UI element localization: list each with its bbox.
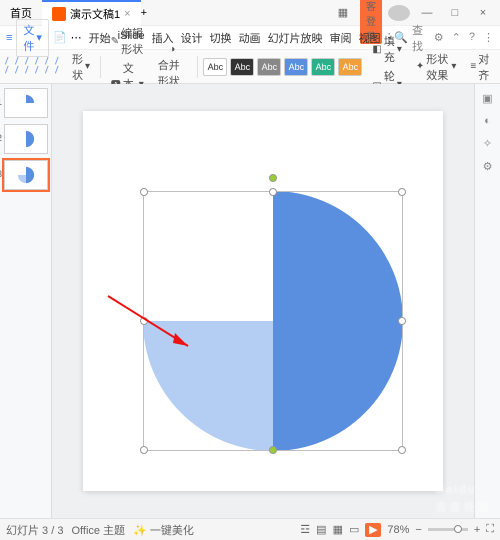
view-reading-icon[interactable]: ▭: [349, 523, 359, 536]
annotation-arrow: [103, 291, 203, 361]
resize-handle-ne[interactable]: [398, 188, 406, 196]
shape-effect-button[interactable]: ✦形状效果▾: [412, 50, 460, 84]
style-swatch-4[interactable]: Abc: [284, 58, 308, 76]
statusbar: 幻灯片 3 / 3 Office 主题 ✨ 一键美化 ☲ ▤ ▦ ▭ ▶ 78%…: [0, 518, 500, 540]
zoom-slider[interactable]: [428, 528, 468, 531]
pane-anim-icon[interactable]: ✧: [483, 137, 492, 150]
qat-more-icon[interactable]: ⋯: [71, 31, 82, 44]
workspace: 1 2 3: [0, 84, 500, 518]
style-swatch-6[interactable]: Abc: [338, 58, 362, 76]
notes-icon[interactable]: ☲: [300, 523, 310, 536]
resize-handle-n[interactable]: [269, 188, 277, 196]
zoom-in-button[interactable]: +: [474, 524, 480, 536]
style-swatch-5[interactable]: Abc: [311, 58, 335, 76]
slideshow-button[interactable]: ▶: [365, 523, 381, 537]
close-tab-icon[interactable]: ×: [124, 8, 130, 20]
app-menu-icon[interactable]: ≡: [6, 32, 12, 44]
tab-review[interactable]: 审阅: [327, 28, 355, 48]
rotate-handle[interactable]: [269, 174, 277, 182]
close-button[interactable]: ×: [472, 7, 494, 19]
minimize-button[interactable]: —: [416, 7, 438, 19]
thumbnail-1[interactable]: 1: [4, 88, 48, 118]
avatar[interactable]: [388, 5, 410, 21]
app-grid-icon[interactable]: ▦: [332, 6, 354, 19]
wps-logo-icon: [52, 7, 66, 21]
fit-button[interactable]: ⛶: [486, 523, 494, 536]
resize-handle-s[interactable]: [269, 446, 277, 454]
line-shapes-gallery[interactable]: [6, 58, 65, 75]
tab-slideshow[interactable]: 幻灯片放映: [265, 28, 326, 48]
more-icon[interactable]: ⋮: [483, 31, 494, 44]
thumbnail-3[interactable]: 3: [4, 160, 48, 190]
resize-handle-sw[interactable]: [140, 446, 148, 454]
pane-property-icon[interactable]: ⚙: [483, 160, 493, 173]
style-gallery[interactable]: Abc Abc Abc Abc Abc Abc: [203, 58, 362, 76]
maximize-button[interactable]: □: [444, 7, 466, 19]
chevron-down-icon: ▾: [36, 31, 42, 44]
slide-counter: 幻灯片 3 / 3: [6, 522, 63, 538]
titlebar: 首页 演示文稿1 × + ▦ 访客登录 — □ ×: [0, 0, 500, 26]
view-normal-icon[interactable]: ▤: [316, 523, 326, 536]
edit-shape-button[interactable]: ✎编辑形状: [107, 24, 148, 58]
document-tab[interactable]: 演示文稿1 ×: [42, 0, 141, 26]
merge-shape-button[interactable]: ◑合并形状: [154, 43, 191, 90]
style-swatch-2[interactable]: Abc: [230, 58, 254, 76]
shapes-dropdown[interactable]: 形状▾: [68, 50, 94, 84]
theme-label: Office 主题: [71, 522, 125, 538]
zoom-label: 78%: [387, 524, 409, 536]
align-button[interactable]: ≡对齐: [466, 50, 494, 84]
style-swatch-3[interactable]: Abc: [257, 58, 281, 76]
help-icon[interactable]: ?: [469, 31, 475, 44]
view-sorter-icon[interactable]: ▦: [333, 523, 343, 536]
fill-button[interactable]: ◧填充▾: [368, 32, 405, 66]
right-sidebar: ▣ ◐ ✧ ⚙: [474, 84, 500, 518]
resize-handle-e[interactable]: [398, 317, 406, 325]
save-icon[interactable]: 📄: [53, 31, 67, 44]
tab-animation[interactable]: 动画: [236, 28, 264, 48]
zoom-out-button[interactable]: −: [415, 524, 421, 536]
thumbnail-2[interactable]: 2: [4, 124, 48, 154]
tab-transition[interactable]: 切换: [207, 28, 235, 48]
menubar-right: ⚙ ⌃ ? ⋮: [428, 31, 494, 44]
collapse-ribbon-icon[interactable]: ⌃: [452, 31, 461, 44]
beautify-button[interactable]: ✨ 一键美化: [133, 522, 194, 538]
style-swatch-1[interactable]: Abc: [203, 58, 227, 76]
ribbon: 形状▾ ✎编辑形状 🅰文本框▾ ◑合并形状 Abc Abc Abc Abc Ab…: [0, 50, 500, 84]
new-tab-button[interactable]: +: [141, 7, 147, 19]
resize-handle-nw[interactable]: [140, 188, 148, 196]
slide-thumbnails: 1 2 3: [0, 84, 52, 518]
settings-icon[interactable]: ⚙: [434, 31, 444, 44]
document-title: 演示文稿1: [70, 6, 120, 22]
slide-canvas[interactable]: [52, 84, 474, 518]
slide: [83, 111, 443, 491]
pane-select-icon[interactable]: ▣: [482, 92, 492, 105]
pane-design-icon[interactable]: ◐: [484, 115, 491, 127]
resize-handle-se[interactable]: [398, 446, 406, 454]
